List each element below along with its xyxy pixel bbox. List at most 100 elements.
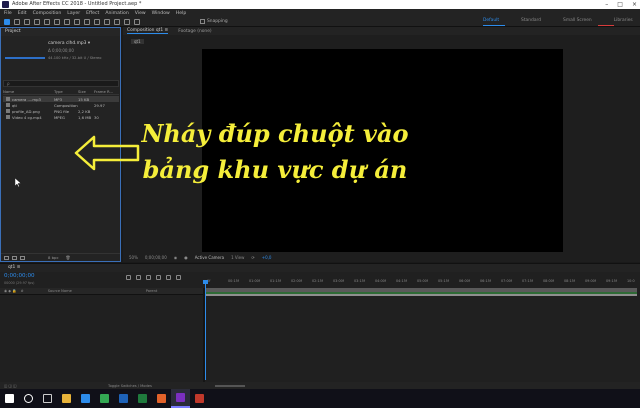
taskbar-task-view-icon[interactable] (38, 389, 57, 408)
taskbar-media-encoder-icon[interactable] (190, 389, 209, 408)
ruler-tick-label: 05:15f (438, 279, 449, 283)
project-footer: 8 bpc 🗑 (1, 253, 120, 261)
source-name-header[interactable]: Source Name (48, 289, 72, 293)
camera-tool-icon[interactable] (44, 19, 50, 25)
taskbar-firefox-icon[interactable] (152, 389, 171, 408)
pen-tool-icon[interactable] (74, 19, 80, 25)
zoom-tool-icon[interactable] (24, 19, 30, 25)
audio-waveform-bar (5, 57, 45, 59)
view-layout-dropdown[interactable]: 1 View (231, 255, 244, 260)
ruler-tick-label: 06:00f (459, 279, 470, 283)
workspace-small-screen[interactable]: Small Screen (563, 18, 592, 23)
project-item-list: camera ....mp3 MP3 15 KB qti Composition… (3, 96, 119, 120)
av-features-icon[interactable]: ◉ ◆ 🔒 (4, 289, 17, 293)
taskbar-explorer-icon[interactable] (57, 389, 76, 408)
taskbar-store-icon[interactable] (76, 389, 95, 408)
close-icon[interactable]: × (632, 0, 637, 9)
taskbar-windows-icon[interactable] (0, 389, 19, 408)
timeline-zoom-slider[interactable] (215, 385, 245, 387)
workspace-libraries[interactable]: Libraries (614, 18, 633, 23)
type-tool-icon[interactable] (84, 19, 90, 25)
workspace-standard[interactable]: Standard (521, 18, 541, 23)
trash-icon[interactable]: 🗑 (66, 255, 71, 260)
interpret-footage-icon[interactable] (4, 255, 9, 260)
minimize-icon[interactable]: – (605, 0, 608, 9)
shape-tool-icon[interactable] (64, 19, 70, 25)
clone-stamp-tool-icon[interactable] (104, 19, 110, 25)
label-header-icon[interactable]: # (21, 289, 24, 293)
image-file-icon (6, 109, 10, 113)
motion-blur-icon[interactable] (166, 275, 171, 280)
tab-composition[interactable]: Composition qt1 ≡ (127, 28, 169, 34)
time-ruler[interactable]: 0f 00:15f 01:00f 01:15f 02:00f 02:15f 03:00f 03… (205, 277, 637, 287)
timeline-current-time[interactable]: 0;00;00;00 (4, 273, 35, 279)
tab-footage[interactable]: Footage (none) (178, 29, 211, 34)
new-composition-icon[interactable] (20, 255, 25, 260)
ruler-tick-label: 07:15f (522, 279, 533, 283)
column-size[interactable]: Size (78, 89, 94, 94)
pan-behind-tool-icon[interactable] (54, 19, 60, 25)
shy-layers-icon[interactable] (146, 275, 151, 280)
taskbar-photoshop-icon[interactable] (114, 389, 133, 408)
project-item-row[interactable]: qti Composition 29.97 (3, 102, 119, 108)
ruler-tick-label: 03:15f (354, 279, 365, 283)
exposure-value[interactable]: +0,0 (262, 255, 272, 260)
taskbar-search-icon[interactable] (19, 389, 38, 408)
menu-view[interactable]: View (135, 11, 146, 16)
timeline-tab[interactable]: qt1 ≡ (0, 264, 640, 272)
reset-exposure-icon[interactable]: ⟳ (251, 255, 254, 260)
composition-subtab[interactable]: qt1 (131, 39, 144, 44)
rotate-tool-icon[interactable] (34, 19, 40, 25)
graph-editor-icon[interactable] (176, 275, 181, 280)
parent-header[interactable]: Parent (146, 289, 158, 293)
menu-file[interactable]: File (4, 11, 12, 16)
ruler-tick-label: 07:00f (501, 279, 512, 283)
menu-bar: File Edit Composition Layer Effect Anima… (0, 9, 640, 17)
workspace-default[interactable]: Default (483, 18, 499, 23)
bit-depth-button[interactable]: 8 bpc (48, 255, 59, 260)
draft-3d-icon[interactable] (136, 275, 141, 280)
menu-animation[interactable]: Animation (105, 11, 128, 16)
roto-brush-tool-icon[interactable] (124, 19, 130, 25)
magnification-dropdown[interactable]: 50% (129, 255, 138, 260)
new-folder-icon[interactable] (12, 255, 17, 260)
active-camera-dropdown[interactable]: Active Camera (195, 255, 224, 260)
project-column-headers: Name Type Size Frame R... (3, 89, 119, 95)
column-type[interactable]: Type (54, 89, 78, 94)
maximize-icon[interactable]: □ (617, 0, 623, 9)
preview-item-meta: 44.100 kHz / 32-bit U / Stereo (48, 56, 102, 60)
taskbar-after-effects-icon[interactable] (171, 389, 190, 408)
project-search-input[interactable]: ρ (3, 80, 119, 87)
puppet-tool-icon[interactable] (134, 19, 140, 25)
color-channel-icon[interactable]: ● (184, 255, 188, 260)
timeline-panel: qt1 ≡ 0;00;00;00 00000 (29.97 fps) ◉ ◆ 🔒… (0, 263, 640, 390)
menu-edit[interactable]: Edit (18, 11, 27, 16)
column-name[interactable]: Name (3, 89, 46, 94)
eraser-tool-icon[interactable] (114, 19, 120, 25)
menu-help[interactable]: Help (176, 11, 186, 16)
project-item-row[interactable]: Video 4 cg.mp4 MPEG 1,6 MB 30 (3, 114, 119, 120)
preview-item-name[interactable]: camera clhd.mp3 ▾ (48, 41, 90, 46)
workspace-accent-line (598, 25, 614, 26)
menu-composition[interactable]: Composition (33, 11, 62, 16)
taskbar-excel-icon[interactable] (133, 389, 152, 408)
snapshot-icon[interactable]: ◉ (174, 255, 178, 260)
menu-layer[interactable]: Layer (67, 11, 80, 16)
current-time-indicator[interactable] (203, 280, 208, 380)
frame-blending-icon[interactable] (156, 275, 161, 280)
column-label[interactable] (46, 89, 54, 94)
ruler-tick-label: 02:15f (312, 279, 323, 283)
composition-icon (6, 103, 10, 107)
menu-effect[interactable]: Effect (86, 11, 99, 16)
selection-tool-icon[interactable] (4, 19, 10, 25)
hand-tool-icon[interactable] (14, 19, 20, 25)
ruler-tick-label: 08:15f (564, 279, 575, 283)
project-tab[interactable]: Project (1, 28, 120, 36)
current-time-display[interactable]: 0;00;00;00 (145, 255, 167, 260)
column-frame-rate[interactable]: Frame R... (94, 89, 114, 94)
menu-window[interactable]: Window (152, 11, 170, 16)
taskbar-chrome-icon[interactable] (95, 389, 114, 408)
brush-tool-icon[interactable] (94, 19, 100, 25)
comp-mini-flowchart-icon[interactable] (126, 275, 131, 280)
snapping-checkbox[interactable] (200, 19, 205, 24)
